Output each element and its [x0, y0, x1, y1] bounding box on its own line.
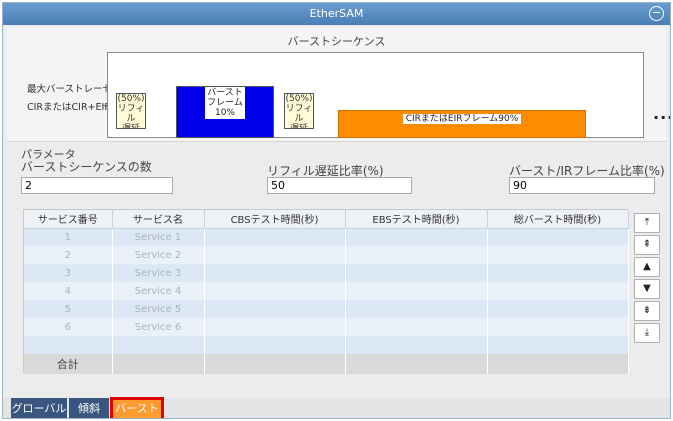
ebs-time[interactable] — [345, 246, 488, 264]
service-name: Service 6 — [112, 318, 205, 336]
scroll-top-icon[interactable]: ⤒ — [634, 213, 660, 233]
scroll-down-icon[interactable]: ▼ — [634, 279, 660, 299]
cbs-time[interactable] — [204, 246, 346, 264]
scroll-page-up-icon[interactable]: ⇞ — [634, 235, 660, 255]
window-title: EtherSAM — [309, 7, 364, 20]
cir-frame-segment: CIRまたはEIRフレーム90% — [338, 110, 586, 138]
scroll-bottom-icon[interactable]: ⤓ — [634, 323, 660, 343]
tab-burst[interactable]: バースト — [110, 397, 164, 418]
ebs-time[interactable] — [345, 228, 488, 246]
service-number: 6 — [24, 318, 113, 336]
total-row: 合計 — [24, 354, 629, 374]
burst-frame-label: バースト フレーム 10% — [205, 87, 245, 119]
column-header[interactable]: サービス番号 — [24, 210, 113, 229]
scroll-up-icon[interactable]: ▲ — [634, 257, 660, 277]
tab-ramp[interactable]: 傾斜 — [69, 398, 109, 418]
service-number: 1 — [24, 228, 113, 246]
cir-frame-label: CIRまたはEIRフレーム90% — [402, 114, 522, 124]
burst-ratio-input[interactable] — [509, 177, 655, 194]
cbs-time[interactable] — [204, 264, 346, 282]
diagram-title: バーストシーケンス — [287, 35, 386, 48]
ebs-time[interactable] — [345, 318, 488, 336]
cbs-time[interactable] — [204, 228, 346, 246]
table-header-row: サービス番号 サービス名 CBSテスト時間(秒) EBSテスト時間(秒) 総バー… — [24, 210, 629, 229]
table-row[interactable]: 6 Service 6 — [24, 318, 629, 336]
service-name: Service 1 — [112, 228, 205, 246]
cbs-time[interactable] — [204, 318, 346, 336]
service-name: Service 5 — [112, 300, 205, 318]
ethersam-window: EtherSAM − バーストシーケンス 最大バーストレート CIRまたはCIR… — [2, 2, 671, 419]
refill-ratio-input[interactable] — [267, 177, 412, 194]
max-burst-rate-label: 最大バーストレート — [27, 84, 113, 95]
total-burst-time — [487, 318, 629, 336]
service-name: Service 2 — [112, 246, 205, 264]
diagram-frame: (50%) リフィル 遅延 バースト フレーム 10% (50%) リフィル 遅… — [107, 52, 644, 138]
refill-delay-segment-2: (50%) リフィル 遅延 — [284, 93, 314, 129]
ebs-time[interactable] — [345, 264, 488, 282]
parameters-section: パラメータ バーストシーケンスの数 リフィル遅延比率(%) バースト/IRフレー… — [15, 144, 665, 202]
burst-sequence-diagram: バーストシーケンス 最大バーストレート CIRまたはCIR+EIR (50%) … — [7, 27, 670, 142]
scroll-page-down-icon[interactable]: ⇟ — [634, 301, 660, 321]
column-header[interactable]: EBSテスト時間(秒) — [345, 210, 488, 229]
cir-label: CIRまたはCIR+EIR — [27, 102, 111, 113]
service-name: Service 3 — [112, 264, 205, 282]
title-bar: EtherSAM − — [3, 3, 670, 25]
tab-bar: グローバル 傾斜 バースト — [3, 397, 670, 418]
service-number: 3 — [24, 264, 113, 282]
services-table: サービス番号 サービス名 CBSテスト時間(秒) EBSテスト時間(秒) 総バー… — [23, 209, 629, 374]
column-header[interactable]: CBSテスト時間(秒) — [204, 210, 346, 229]
service-number: 2 — [24, 246, 113, 264]
burst-count-input[interactable] — [21, 177, 173, 194]
table-row-empty — [24, 336, 629, 354]
total-label: 合計 — [24, 354, 113, 374]
column-header[interactable]: 総バースト時間(秒) — [487, 210, 629, 229]
table-row[interactable]: 1 Service 1 — [24, 228, 629, 246]
service-name: Service 4 — [112, 282, 205, 300]
total-burst-time — [487, 228, 629, 246]
total-burst-time — [487, 282, 629, 300]
service-number: 5 — [24, 300, 113, 318]
ebs-time[interactable] — [345, 282, 488, 300]
burst-frame-segment: バースト フレーム 10% — [176, 86, 274, 138]
cbs-time[interactable] — [204, 300, 346, 318]
total-burst-time — [487, 300, 629, 318]
table-row[interactable]: 4 Service 4 — [24, 282, 629, 300]
table-row[interactable]: 2 Service 2 — [24, 246, 629, 264]
column-header[interactable]: サービス名 — [112, 210, 205, 229]
continuation-dots: ... — [653, 104, 670, 123]
total-burst-time — [487, 246, 629, 264]
tab-global[interactable]: グローバル — [11, 398, 67, 418]
refill-delay-segment-1: (50%) リフィル 遅延 — [116, 93, 146, 129]
total-burst-time — [487, 264, 629, 282]
service-number: 4 — [24, 282, 113, 300]
table-row[interactable]: 5 Service 5 — [24, 300, 629, 318]
cbs-time[interactable] — [204, 282, 346, 300]
scroll-controls: ⤒ ⇞ ▲ ▼ ⇟ ⤓ — [633, 209, 661, 351]
table-row[interactable]: 3 Service 3 — [24, 264, 629, 282]
ebs-time[interactable] — [345, 300, 488, 318]
burst-count-label: バーストシーケンスの数 — [21, 160, 152, 174]
minimize-icon[interactable]: − — [649, 6, 664, 21]
